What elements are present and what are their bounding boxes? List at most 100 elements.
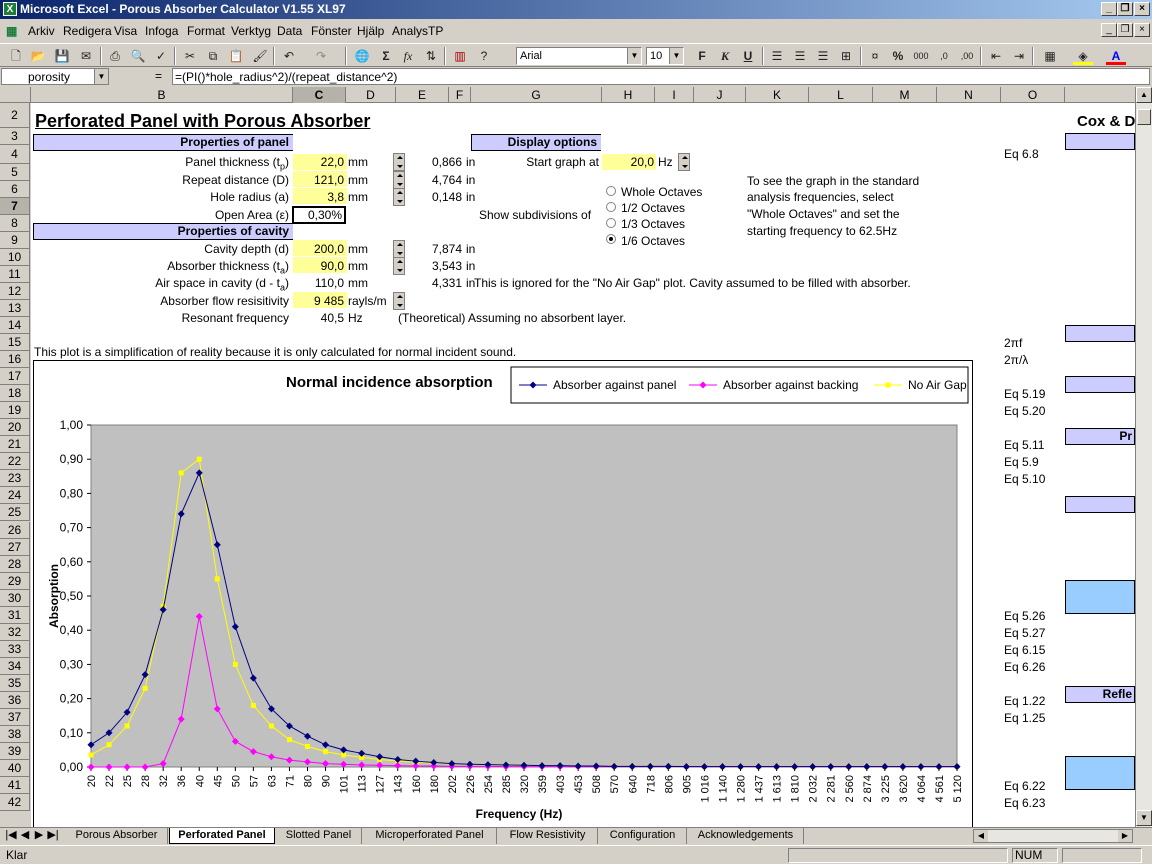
value-start-graph[interactable]: 20,0 — [602, 155, 654, 169]
font-select[interactable]: Arial ▼ — [516, 47, 642, 65]
radio-whole-octaves[interactable] — [606, 186, 616, 196]
merge-center-icon[interactable]: ⊞ — [836, 47, 856, 65]
menu-format[interactable]: Format — [187, 21, 225, 41]
tab-next-icon[interactable]: ▶ — [32, 828, 46, 844]
doc-restore-button[interactable]: ❐ — [1117, 23, 1133, 37]
row-header[interactable]: 5 — [0, 164, 30, 181]
horizontal-scrollbar[interactable]: ◀ ▶ — [973, 829, 1133, 843]
menu-hjalp[interactable]: Hjälp — [357, 21, 384, 41]
row-header[interactable]: 18 — [0, 385, 30, 403]
decrease-indent-icon[interactable]: ⇤ — [986, 47, 1006, 65]
col-header-l[interactable]: L — [809, 87, 873, 103]
scroll-thumb[interactable] — [1137, 109, 1151, 125]
row-header[interactable]: 2 — [0, 103, 30, 128]
new-icon[interactable]: 🗋 — [6, 47, 26, 65]
workbook-icon[interactable]: ▦ — [6, 21, 17, 41]
row-header[interactable]: 24 — [0, 487, 30, 505]
option-sixth-octaves[interactable]: 1/6 Octaves — [621, 234, 685, 248]
menu-infoga[interactable]: Infoga — [145, 21, 178, 41]
row-header[interactable]: 35 — [0, 674, 30, 692]
value-panel-thickness[interactable]: 22,0 — [293, 155, 344, 169]
bold-button[interactable]: F — [692, 47, 712, 65]
menu-redigera[interactable]: Redigera — [63, 21, 112, 41]
row-header[interactable]: 4 — [0, 145, 30, 164]
currency-icon[interactable]: ¤ — [865, 47, 885, 65]
row-header[interactable]: 36 — [0, 692, 30, 710]
row-header[interactable]: 16 — [0, 351, 30, 369]
menu-arkiv[interactable]: Arkiv — [28, 21, 55, 41]
row-header[interactable]: 25 — [0, 504, 30, 522]
row-header[interactable]: 39 — [0, 743, 30, 761]
tab-prev-icon[interactable]: ◀ — [18, 828, 32, 844]
row-header[interactable]: 30 — [0, 589, 30, 607]
row-header[interactable]: 10 — [0, 249, 30, 266]
option-whole-octaves[interactable]: Whole Octaves — [621, 185, 702, 199]
value-hole-radius[interactable]: 3,8 — [293, 190, 344, 204]
row-header[interactable]: 31 — [0, 606, 30, 624]
cut-icon[interactable]: ✂ — [180, 47, 200, 65]
tab-microperforated-panel[interactable]: Microperforated Panel — [363, 828, 497, 844]
absorption-chart[interactable]: Normal incidence absorption 0,00 0,10 0,20… — [33, 360, 973, 827]
row-header[interactable]: 22 — [0, 453, 30, 471]
print-icon[interactable]: ⎙ — [105, 47, 125, 65]
scroll-down-button[interactable]: ▼ — [1136, 810, 1152, 826]
value-cavity-depth[interactable]: 200,0 — [293, 242, 344, 256]
formula-input[interactable]: =(PI()*hole_radius^2)/(repeat_distance^2… — [172, 68, 1150, 85]
tab-last-icon[interactable]: ▶| — [46, 828, 60, 844]
option-half-octaves[interactable]: 1/2 Octaves — [621, 201, 685, 215]
borders-icon[interactable]: ▦ — [1040, 47, 1060, 65]
print-preview-icon[interactable]: 🔍 — [128, 47, 148, 65]
start-graph-spinner[interactable] — [678, 153, 690, 171]
scroll-right-button[interactable]: ▶ — [1118, 830, 1132, 842]
menu-data[interactable]: Data — [277, 21, 302, 41]
formula-equals[interactable]: = — [155, 68, 162, 84]
sort-icon[interactable]: ⇅ — [421, 47, 441, 65]
italic-button[interactable]: K — [715, 47, 735, 65]
col-header-f[interactable]: F — [449, 87, 471, 103]
worksheet[interactable]: Perforated Panel with Porous Absorber Co… — [31, 103, 1135, 827]
row-header[interactable]: 9 — [0, 232, 30, 249]
chart-wizard-icon[interactable]: ▥ — [450, 47, 470, 65]
row-header[interactable]: 7 — [0, 198, 30, 215]
col-header-c[interactable]: C — [293, 87, 346, 103]
row-header[interactable]: 14 — [0, 317, 30, 334]
doc-minimize-button[interactable]: _ — [1101, 23, 1117, 37]
radio-sixth-octaves[interactable] — [606, 234, 616, 244]
tab-configuration[interactable]: Configuration — [599, 828, 687, 844]
thousands-icon[interactable]: 000 — [911, 47, 931, 65]
row-header[interactable]: 3 — [0, 128, 30, 145]
close-button[interactable]: × — [1134, 2, 1150, 16]
menu-visa[interactable]: Visa — [114, 21, 137, 41]
row-header[interactable]: 15 — [0, 334, 30, 351]
tab-perforated-panel[interactable]: Perforated Panel — [169, 828, 275, 844]
row-header[interactable]: 11 — [0, 266, 30, 283]
paste-icon[interactable]: 📋 — [226, 47, 246, 65]
minimize-button[interactable]: _ — [1101, 2, 1117, 16]
name-box[interactable]: porosity ▼ — [1, 68, 109, 85]
col-header-e[interactable]: E — [396, 87, 449, 103]
option-third-octaves[interactable]: 1/3 Octaves — [621, 217, 685, 231]
col-header-d[interactable]: D — [346, 87, 396, 103]
open-icon[interactable]: 📂 — [28, 47, 48, 65]
menu-verktyg[interactable]: Verktyg — [231, 21, 271, 41]
col-header-n[interactable]: N — [937, 87, 1001, 103]
row-header[interactable]: 13 — [0, 300, 30, 317]
select-all-corner[interactable] — [0, 87, 31, 103]
row-header[interactable]: 6 — [0, 181, 30, 198]
row-header[interactable]: 33 — [0, 640, 30, 658]
value-open-area[interactable]: 0,30% — [292, 206, 346, 224]
value-repeat-distance[interactable]: 121,0 — [293, 173, 344, 187]
value-absorber-thickness[interactable]: 90,0 — [293, 259, 344, 273]
email-icon[interactable]: ✉ — [76, 47, 96, 65]
function-icon[interactable]: fx — [398, 47, 418, 65]
increase-decimal-icon[interactable]: ,0 — [934, 47, 954, 65]
doc-close-button[interactable]: × — [1134, 23, 1150, 37]
row-header[interactable]: 42 — [0, 794, 30, 812]
tab-acknowledgements[interactable]: Acknowledgements — [688, 828, 804, 844]
row-header[interactable]: 12 — [0, 283, 30, 300]
restore-button[interactable]: ❐ — [1117, 2, 1133, 16]
scroll-up-button[interactable]: ▲ — [1136, 87, 1152, 103]
align-center-icon[interactable]: ☰ — [790, 47, 810, 65]
underline-button[interactable]: U — [738, 47, 758, 65]
row-header[interactable]: 21 — [0, 436, 30, 454]
